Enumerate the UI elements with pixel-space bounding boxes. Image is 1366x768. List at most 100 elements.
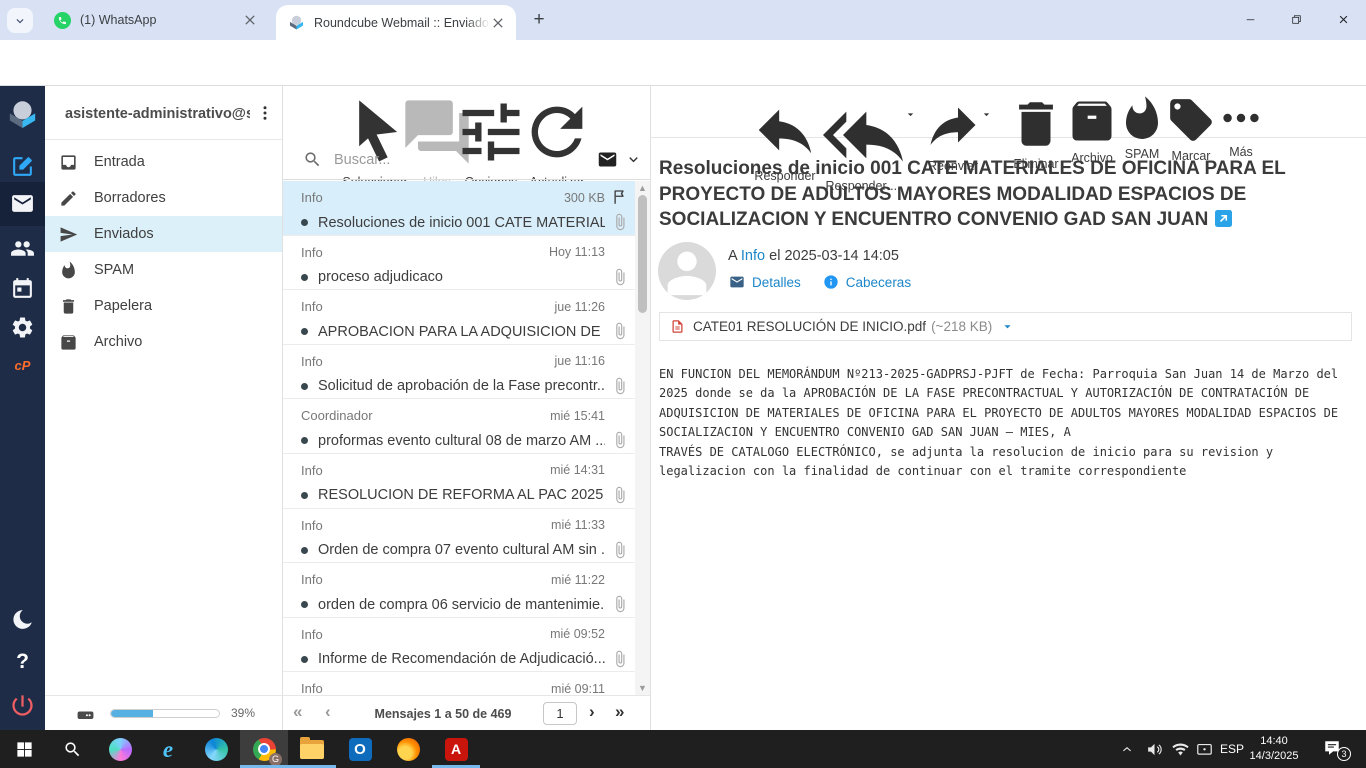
logout-power-icon[interactable] [9,692,36,719]
message-sender: Coordinador [301,408,550,423]
details-envelope-icon [729,274,745,290]
tray-expand-icon[interactable] [1120,743,1134,755]
search-input[interactable] [334,152,597,168]
message-date: mié 14:31 [550,463,605,477]
taskbar-clock[interactable]: 14:40 14/3/2025 [1248,734,1300,764]
display-connect-icon[interactable] [1196,741,1213,758]
message-row[interactable]: Infomié 14:31RESOLUCION DE REFORMA AL PA… [283,454,635,509]
message-row[interactable]: Infomié 11:22orden de compra 06 servicio… [283,563,635,618]
first-page-button[interactable]: « [293,702,302,722]
contacts-icon[interactable] [10,236,35,261]
tab-title: (1) WhatsApp [80,13,242,27]
next-page-button[interactable]: › [589,702,595,722]
message-attachment-cell [605,595,629,614]
folder-item-spam[interactable]: SPAM [45,252,282,288]
calendar-icon[interactable] [10,276,35,301]
message-row[interactable]: Infojue 11:16Solicitud de aprobación de … [283,345,635,400]
attachment-name[interactable]: CATE01 RESOLUCIÓN DE INICIO.pdf [693,319,926,334]
forward-caret-icon[interactable] [980,108,993,121]
paperclip-icon [611,541,629,559]
folder-label: Enviados [94,226,154,242]
taskbar-outlook-button[interactable]: O [336,730,384,768]
message-row[interactable]: Infomié 11:33Orden de compra 07 evento c… [283,509,635,564]
folder-item-papelera[interactable]: Papelera [45,288,282,324]
new-tab-button[interactable]: + [528,9,550,31]
language-indicator[interactable]: ESP [1220,742,1244,756]
message-row[interactable]: Infomié 09:11 [283,672,635,695]
wifi-icon[interactable] [1172,741,1189,758]
header-links: Detalles Cabeceras [729,274,933,290]
taskbar-search-button[interactable] [48,730,96,768]
previous-page-button[interactable]: ‹ [325,702,331,722]
volume-icon[interactable] [1146,741,1163,758]
account-menu-icon[interactable] [256,104,274,122]
message-row[interactable]: Info300 KBResoluciones de inicio 001 CAT… [283,181,635,236]
message-attachment-cell [605,650,629,669]
firefox-icon [397,738,420,761]
email-body-line: EN FUNCION DEL MEMORÁNDUM Nº213-2025-GAD… [659,365,1363,384]
message-date: 300 KB [564,191,605,205]
message-list-scrollbar[interactable]: ▲ ▼ [635,181,650,695]
taskbar-copilot-button[interactable] [96,730,144,768]
window-close-button[interactable] [1326,0,1360,38]
message-date: Hoy 11:13 [549,245,605,259]
taskbar-ie-button[interactable]: e [144,730,192,768]
scroll-down-arrow[interactable]: ▼ [635,681,650,695]
paperclip-icon [611,486,629,504]
compose-icon[interactable] [10,154,35,179]
message-row[interactable]: Infojue 11:26APROBACION PARA LA ADQUISIC… [283,290,635,345]
search-icon [63,740,82,759]
taskbar-edge-button[interactable] [192,730,240,768]
open-in-new-window-icon[interactable] [1215,210,1232,227]
archive-button[interactable]: Archivo [1066,95,1118,165]
window-minimize-button[interactable] [1233,0,1267,38]
folder-item-borradores[interactable]: Borradores [45,180,282,216]
chevron-down-icon [13,14,27,28]
page-number-input[interactable] [543,702,577,725]
recipient-link[interactable]: Info [741,248,765,264]
cpanel-logo[interactable]: cP [0,358,45,373]
headers-link[interactable]: Cabeceras [846,275,911,290]
message-list-pane: Seleccionar Hilos Opciones Actualizar In… [283,86,651,730]
message-flag-cell [605,188,629,207]
message-row[interactable]: InfoHoy 11:13proceso adjudicaco [283,236,635,291]
help-icon[interactable]: ? [0,650,45,674]
chevron-down-icon[interactable] [625,151,642,168]
scroll-up-arrow[interactable]: ▲ [635,181,650,195]
dark-mode-moon-icon[interactable] [10,607,35,632]
paperclip-icon [611,213,629,231]
message-subject: Informe de Recomendación de Adjudicació.… [318,651,605,667]
taskbar-explorer-button[interactable] [288,730,336,768]
mail-icon[interactable] [10,191,35,216]
mark-button[interactable]: Marcar [1166,95,1216,163]
folder-item-enviados[interactable]: Enviados [45,216,282,252]
message-row[interactable]: Coordinadormié 15:41proformas evento cul… [283,399,635,454]
taskbar-chrome-button[interactable]: G [240,730,288,768]
search-scope-mail-icon[interactable] [597,149,618,170]
more-button[interactable]: Más [1218,95,1264,159]
spam-button[interactable]: SPAM [1118,95,1166,161]
close-icon[interactable] [242,12,258,28]
folder-item-archivo[interactable]: Archivo [45,324,282,360]
settings-gear-icon[interactable] [10,315,35,340]
attachment-menu-caret-icon[interactable] [1000,319,1015,334]
taskbar-firefox-button[interactable] [384,730,432,768]
folder-item-entrada[interactable]: Entrada [45,144,282,180]
details-link[interactable]: Detalles [752,275,801,290]
taskbar-acrobat-button[interactable]: A [432,730,480,768]
flag-icon[interactable] [611,188,629,206]
tab-whatsapp[interactable]: (1) WhatsApp [40,0,268,40]
tab-roundcube[interactable]: Roundcube Webmail :: Enviados [276,5,516,40]
message-row[interactable]: Infomié 09:52Informe de Recomendación de… [283,618,635,673]
message-flag-cell [605,625,629,644]
scrollbar-thumb[interactable] [638,195,647,313]
last-page-button[interactable]: » [615,702,624,722]
reply-all-caret-icon[interactable] [904,108,917,121]
window-restore-button[interactable] [1279,0,1313,38]
attachment-row[interactable]: CATE01 RESOLUCIÓN DE INICIO.pdf (~218 KB… [659,312,1352,341]
tab-list-button[interactable] [7,8,33,33]
close-icon[interactable] [490,15,506,31]
attachment-size: (~218 KB) [931,319,992,334]
start-button[interactable] [0,730,48,768]
message-flag-cell [605,243,629,262]
